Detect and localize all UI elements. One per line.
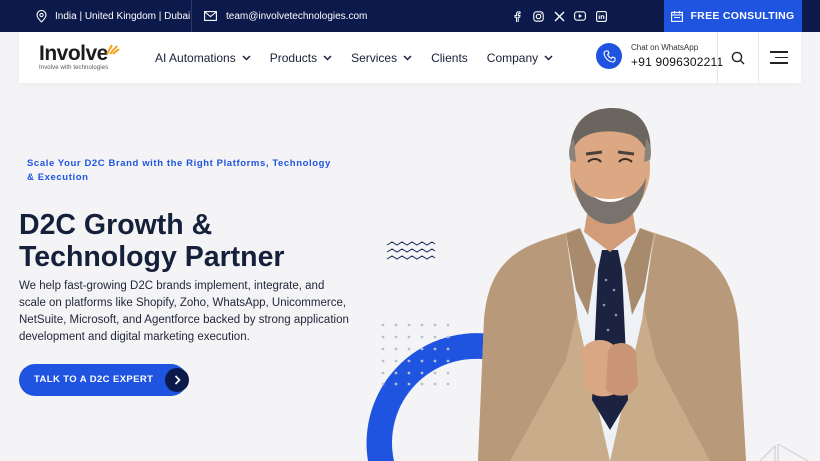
x-twitter-icon[interactable] [553, 10, 565, 22]
nav-item-clients[interactable]: Clients [431, 51, 468, 65]
brand-name: Involve [39, 42, 108, 65]
free-consulting-button[interactable]: FREE CONSULTING [664, 0, 802, 32]
nav-divider [758, 32, 759, 83]
email-text[interactable]: team@involvetechnologies.com [226, 11, 367, 22]
talk-to-expert-label: TALK TO A D2C EXPERT [34, 374, 154, 385]
email-link[interactable]: team@involvetechnologies.com [204, 0, 367, 32]
nav-divider [717, 32, 718, 83]
brand-tagline: Involve with technologies [39, 65, 109, 71]
location-text: India | United Kingdom | Dubai [55, 10, 191, 22]
free-consulting-label: FREE CONSULTING [690, 10, 795, 22]
nav-item-label: Services [351, 50, 398, 65]
nav-item-services[interactable]: Services [351, 51, 412, 65]
nav-item-label: AI Automations [155, 50, 236, 65]
location-info: India | United Kingdom | Dubai [36, 0, 190, 32]
primary-menu: AI Automations Products Services Clients… [155, 32, 572, 83]
chevron-down-icon [544, 53, 553, 62]
calendar-icon [671, 10, 684, 22]
search-icon [731, 51, 745, 65]
whatsapp-number[interactable]: +91 9096302211 [631, 55, 723, 69]
nav-item-label: Products [269, 50, 318, 65]
chevron-down-icon [323, 53, 332, 62]
location-pin-icon [36, 9, 47, 23]
top-bar: India | United Kingdom | Dubai team@invo… [0, 0, 820, 32]
whatsapp-label: Chat on WhatsApp [631, 43, 699, 52]
social-links [511, 0, 607, 32]
hero-person-image [478, 108, 746, 461]
nav-item-products[interactable]: Products [270, 51, 332, 65]
hero-eyebrow: Scale Your D2C Brand with the Right Plat… [27, 158, 331, 183]
nav-item-ai-automations[interactable]: AI Automations [155, 51, 251, 65]
hero-description: We help fast-growing D2C brands implemen… [19, 280, 349, 343]
zigzag-decoration [386, 241, 436, 260]
hamburger-menu-icon[interactable] [770, 51, 788, 65]
instagram-icon[interactable] [532, 10, 544, 22]
youtube-icon[interactable] [574, 10, 586, 22]
chevron-down-icon [403, 53, 412, 62]
whatsapp-text-block: Chat on WhatsApp +91 9096302211 [631, 43, 723, 69]
whatsapp-contact[interactable]: Chat on WhatsApp +91 9096302211 [596, 43, 723, 69]
line-art-decoration [759, 443, 809, 461]
chevron-down-icon [242, 53, 251, 62]
nav-item-label: Company [486, 50, 539, 65]
linkedin-icon[interactable] [595, 10, 607, 22]
envelope-icon [204, 11, 217, 21]
hero-title: D2C Growth & Technology Partner [19, 209, 285, 273]
dot-grid-decoration [381, 323, 450, 386]
phone-icon [596, 43, 622, 69]
facebook-icon[interactable] [511, 10, 523, 22]
brand-logo[interactable]: Involve Involve with technologies [39, 42, 121, 74]
search-button[interactable] [726, 48, 750, 68]
main-navbar: Involve Involve with technologies AI Aut… [19, 32, 801, 83]
talk-to-expert-button[interactable]: TALK TO A D2C EXPERT [19, 364, 189, 396]
chevron-right-icon [165, 368, 189, 392]
nav-item-label: Clients [431, 50, 468, 65]
logo-rays-icon [106, 44, 120, 55]
nav-item-company[interactable]: Company [487, 51, 553, 65]
topbar-divider [191, 0, 192, 32]
